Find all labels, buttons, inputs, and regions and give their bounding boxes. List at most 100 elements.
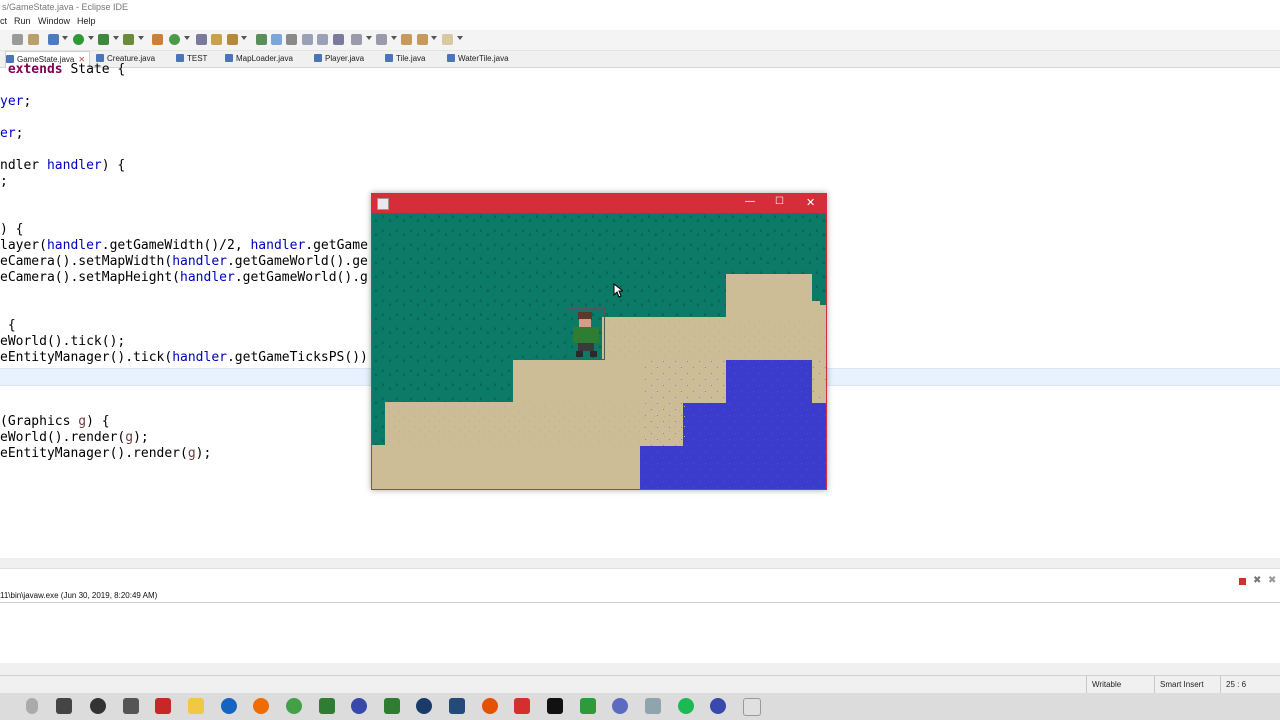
sand-area (385, 402, 687, 446)
tab-watertile[interactable]: WaterTile.java (447, 51, 509, 67)
terminate-icon[interactable] (1239, 578, 1246, 585)
console-header: ✖ ✖ (0, 575, 1280, 589)
firefox-icon[interactable] (253, 698, 269, 714)
tab-tile[interactable]: Tile.java (385, 51, 426, 67)
notes-icon[interactable] (645, 698, 661, 714)
search-dropdown-icon[interactable] (241, 36, 247, 40)
new-package-icon[interactable] (152, 34, 163, 45)
recorder-icon[interactable] (155, 698, 171, 714)
task-view-icon[interactable] (56, 698, 72, 714)
remove-all-launches-icon[interactable]: ✖ (1268, 575, 1276, 586)
previous-annotation-icon[interactable] (376, 34, 387, 45)
netflix-icon[interactable] (547, 698, 563, 714)
java-file-icon (225, 54, 233, 62)
menu-run[interactable]: Run (14, 14, 31, 29)
java-running-icon[interactable] (743, 698, 761, 716)
edge-icon[interactable] (221, 698, 237, 714)
tab-label: WaterTile.java (458, 54, 509, 63)
code-line: er; (0, 126, 24, 141)
game-window-titlebar[interactable]: — ☐ ✕ (371, 193, 827, 213)
previous-annotation-dropdown-icon[interactable] (391, 36, 397, 40)
status-bar: Writable Smart Insert 25 : 6 (0, 675, 1280, 694)
menu-window[interactable]: Window (38, 14, 70, 29)
external-tools-icon[interactable] (123, 34, 134, 45)
chrome-icon[interactable] (286, 698, 302, 714)
xbox-icon[interactable] (123, 698, 139, 714)
toggle-breadcrumb-icon[interactable] (317, 34, 328, 45)
vs-code-icon[interactable] (449, 698, 465, 714)
steam-icon[interactable] (416, 698, 432, 714)
taskbar (0, 693, 1280, 720)
game-window[interactable]: — ☐ ✕ (371, 193, 827, 490)
back-dropdown-icon[interactable] (431, 36, 437, 40)
word-wrap-icon[interactable] (286, 34, 297, 45)
save-all-icon[interactable] (12, 34, 23, 45)
next-annotation-icon[interactable] (351, 34, 362, 45)
sheets-icon[interactable] (580, 698, 596, 714)
code-line: eWorld().tick(); (0, 334, 126, 349)
java-file-icon (176, 54, 184, 62)
debug-dropdown-icon[interactable] (62, 36, 68, 40)
back-icon[interactable] (417, 34, 428, 45)
run-icon[interactable] (73, 34, 84, 45)
toolbar (0, 30, 1280, 51)
coverage-icon[interactable] (98, 34, 109, 45)
external-tools-dropdown-icon[interactable] (138, 36, 144, 40)
sand-area (513, 360, 729, 404)
skip-breakpoints-icon[interactable] (28, 34, 39, 45)
microphone-icon[interactable] (26, 698, 38, 714)
settings-icon[interactable] (90, 698, 106, 714)
forward-dropdown-icon[interactable] (457, 36, 463, 40)
coverage-dropdown-icon[interactable] (113, 36, 119, 40)
maximize-button[interactable]: ☐ (775, 196, 784, 207)
annotation-icon[interactable] (256, 34, 267, 45)
eclipse-running-icon[interactable] (710, 698, 726, 714)
last-edit-icon[interactable] (401, 34, 412, 45)
panel-splitter[interactable] (0, 558, 1280, 569)
menu-project[interactable]: ct (0, 14, 7, 29)
forward-icon[interactable] (442, 34, 453, 45)
cs-icon[interactable] (514, 698, 530, 714)
app-icon[interactable] (319, 698, 335, 714)
menu-help[interactable]: Help (77, 14, 96, 29)
close-button[interactable]: ✕ (806, 196, 815, 209)
status-cursor-position: 25 : 6 (1220, 676, 1280, 693)
tab-test[interactable]: TEST (176, 51, 207, 67)
tab-player[interactable]: Player.java (314, 51, 364, 67)
code-line: ) { (0, 222, 24, 237)
mark-occurrences-icon[interactable] (271, 34, 282, 45)
origin-icon[interactable] (482, 698, 498, 714)
pycharm-icon[interactable] (384, 698, 400, 714)
open-type-icon[interactable] (196, 34, 207, 45)
player-face (579, 319, 591, 327)
code-line: eEntityManager().tick(handler.getGameTic… (0, 350, 368, 365)
java-file-icon (314, 54, 322, 62)
next-annotation-dropdown-icon[interactable] (366, 36, 372, 40)
block-selection-icon[interactable] (302, 34, 313, 45)
bottom-separator (0, 663, 1280, 675)
java-file-icon (447, 54, 455, 62)
search-icon[interactable] (227, 34, 238, 45)
status-writable: Writable (1086, 676, 1156, 693)
code-line: extends State { (7, 62, 126, 77)
sand-area (602, 317, 826, 361)
show-whitespace-icon[interactable] (333, 34, 344, 45)
open-task-icon[interactable] (211, 34, 222, 45)
run-dropdown-icon[interactable] (88, 36, 94, 40)
code-line: ; (0, 174, 8, 189)
discord-icon[interactable] (612, 698, 628, 714)
minimize-button[interactable]: — (745, 196, 755, 207)
new-class-dropdown-icon[interactable] (184, 36, 190, 40)
code-line: { (0, 318, 16, 333)
code-line: ndler handler) { (0, 158, 126, 173)
new-class-icon[interactable] (169, 34, 180, 45)
console-output[interactable] (0, 603, 1280, 663)
tab-maploader[interactable]: MapLoader.java (225, 51, 293, 67)
remove-launch-icon[interactable]: ✖ (1253, 575, 1261, 586)
eclipse-icon[interactable] (351, 698, 367, 714)
spotify-icon[interactable] (678, 698, 694, 714)
file-explorer-icon[interactable] (188, 698, 204, 714)
debug-icon[interactable] (48, 34, 59, 45)
game-canvas[interactable] (372, 213, 826, 489)
sand-area (372, 445, 642, 489)
